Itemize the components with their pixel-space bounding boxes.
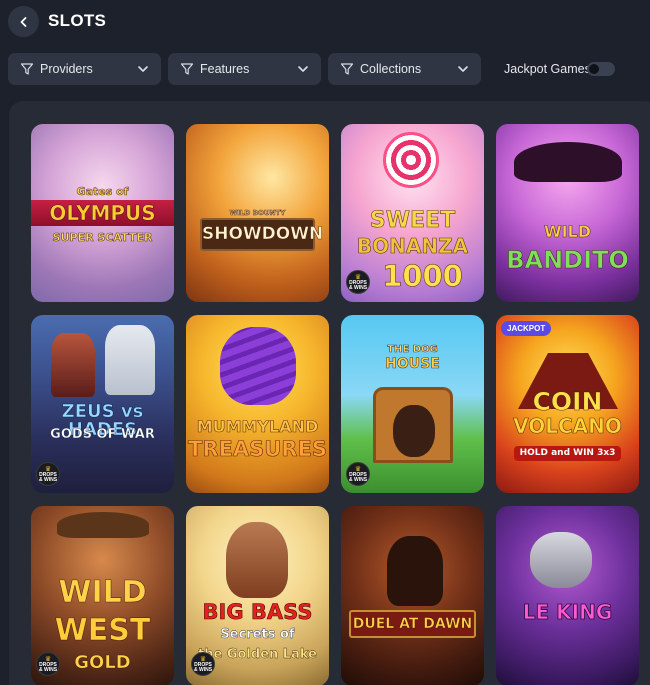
game-tile-big-bass-secrets[interactable]: BIG BASS Secrets of the Golden Lake ♛ DR… [186,506,329,685]
collections-label: Collections [360,62,422,76]
chevron-down-icon [138,66,148,72]
drops-wins-badge: ♛ DROPS & WINS [36,652,60,676]
game-title-line1: WILD [58,575,147,610]
game-title-line1: BIG BASS [202,600,313,624]
drops-wins-badge: ♛ DROPS & WINS [191,652,215,676]
features-filter[interactable]: Features [168,53,321,85]
page-title: SLOTS [48,11,107,30]
bandito-hat-image [514,142,622,182]
cowboy-hat-image [57,512,149,538]
game-tile-the-dog-house[interactable]: THE DOG HOUSE ♛ DROPS & WINS [341,315,484,493]
dog-image [393,405,435,457]
game-title-line1: MUMMYLAND [196,417,319,436]
game-title-line2: VOLCANO [513,414,622,438]
game-title-line2: OLYMPUS [31,200,174,226]
game-title-line2: BANDITO [506,246,629,274]
game-title-line1: WILD BOUNTY [229,209,286,217]
game-title-line2: Secrets of [220,627,295,642]
drops-wins-badge: ♛ DROPS & WINS [346,270,370,294]
drops-wins-text-2: & WINS [38,666,58,673]
game-tile-gates-of-olympus[interactable]: Gates of OLYMPUS SUPER SCATTER [31,124,174,302]
toggle-knob [589,64,599,74]
fisherman-image [226,522,288,598]
collections-filter[interactable]: Collections [328,53,481,85]
drops-wins-text-2: & WINS [38,476,58,483]
game-tile-wild-bounty-showdown[interactable]: WILD BOUNTY SHOWDOWN [186,124,329,302]
outlaw-figure-image [387,536,443,606]
game-tile-zeus-vs-hades[interactable]: ZEUS vs HADES GODS OF WAR ♛ DROPS & WINS [31,315,174,493]
game-title-line1: COIN [532,387,603,416]
game-title-line1: SWEET [369,208,456,233]
game-title-line2: GODS OF WAR [50,427,155,442]
filter-icon [340,63,354,75]
game-title-line2: SHOWDOWN [200,218,324,251]
game-title-line3: HOLD and WIN 3x3 [514,446,621,461]
jackpot-games-label: Jackpot Games [504,62,591,76]
providers-filter[interactable]: Providers [8,53,161,85]
chevron-down-icon [458,66,468,72]
features-label: Features [200,62,250,76]
mummy-head-image [220,327,296,405]
game-tile-coin-volcano[interactable]: JACKPOT COIN VOLCANO HOLD and WIN 3x3 [496,315,639,493]
game-title-line2: HOUSE [385,356,440,372]
game-title-line2: TREASURES [188,437,328,461]
game-tile-sweet-bonanza-1000[interactable]: SWEET BONANZA 1000 ♛ DROPS & WINS [341,124,484,302]
game-tile-mummyland-treasures[interactable]: MUMMYLAND TREASURES [186,315,329,493]
lollipop-image [383,132,439,188]
game-title-line1: LE KING [522,600,613,624]
hades-figure-image [51,333,95,397]
drops-wins-text-2: & WINS [348,284,368,291]
chevron-left-icon [20,16,26,27]
zeus-figure-image [105,325,155,395]
drops-wins-badge: ♛ DROPS & WINS [346,462,370,486]
top-bar: SLOTS [0,0,650,44]
game-tile-le-king[interactable]: LE KING [496,506,639,685]
jackpot-games-toggle[interactable] [587,62,615,76]
game-tile-duel-at-dawn[interactable]: DUEL AT DAWN [341,506,484,685]
game-title-line1: THE DOG [387,344,438,355]
game-title-line1: WILD [543,222,592,241]
game-title-line2: WEST [54,613,151,648]
filter-icon [20,63,34,75]
drops-wins-text-2: & WINS [193,666,213,673]
jackpot-badge: JACKPOT [501,321,552,336]
back-button[interactable] [8,6,39,37]
drops-wins-text-2: & WINS [348,476,368,483]
game-title-line1: Gates of [76,185,129,198]
filter-icon [180,63,194,75]
providers-label: Providers [40,62,93,76]
game-title-line2: BONANZA [356,234,469,258]
chevron-down-icon [298,66,308,72]
raccoon-image [530,532,592,588]
game-tile-wild-west-gold[interactable]: WILD WEST GOLD ♛ DROPS & WINS [31,506,174,685]
game-tile-wild-bandito[interactable]: WILD BANDITO [496,124,639,302]
drops-wins-badge: ♛ DROPS & WINS [36,462,60,486]
game-title-line3: 1000 [382,259,463,293]
game-title-line3: SUPER SCATTER [52,231,153,244]
game-title-line1: DUEL AT DAWN [349,610,476,638]
